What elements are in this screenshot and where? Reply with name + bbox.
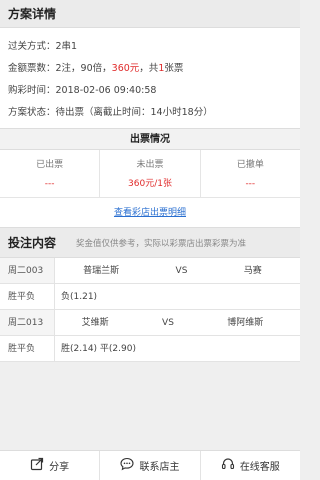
pass-type-label: 过关方式： [8,41,56,52]
stat-cancelled-label: 已撤单 [236,160,264,170]
plan-title: 方案详情 [0,0,300,28]
bet-row: 胜平负 胜(2.14) 平(2.90) [0,336,300,362]
chat-icon [120,457,139,474]
amount-mid: ，共 [139,63,159,74]
view-ticket-details-link[interactable]: 查看彩店出票明细 [0,198,300,228]
bets-title: 投注内容 [8,236,57,250]
stat-cancelled: 已撤单 --- [201,150,300,197]
ticket-title: 出票情况 [0,128,300,150]
stat-cancelled-value: --- [245,179,256,189]
status-value: 待出票（离截止时间：14小时18分） [55,107,213,118]
headset-icon [221,457,240,474]
purchase-time-row: 购彩时间：2018-02-06 09:40:58 [8,80,292,102]
vs-label: VS [162,318,174,328]
stat-issued: 已出票 --- [0,150,101,197]
bets-section: 投注内容 奖金值仅供参考，实际以彩票店出票彩票为准 周二003 普瑞兰斯 VS … [0,228,300,362]
ticket-section: 出票情况 已出票 --- 未出票 360元/1张 已撤单 --- 查看彩店出票明… [0,128,300,228]
bets-header: 投注内容 奖金值仅供参考，实际以彩票店出票彩票为准 [0,228,300,258]
amount-label: 金额票数： [8,63,56,74]
purchase-time-value: 2018-02-06 09:40:58 [55,85,157,96]
bottom-bar: 分享 联系店主 在线客服 [0,450,300,480]
amount-row: 金额票数：2注，90倍，360元，共1张票 [8,58,292,80]
match-row: 周二013 艾维斯 VS 博阿维斯 [0,310,300,336]
home-team: 普瑞兰斯 [83,266,120,276]
amount-total: 360元 [111,63,140,74]
bet-type: 胜平负 [0,284,55,309]
bet-row: 胜平负 负(1.21) [0,284,300,310]
online-service-button[interactable]: 在线客服 [201,451,300,480]
stat-pending-label: 未出票 [136,160,164,170]
bets-note: 奖金值仅供参考，实际以彩票店出票彩票为准 [76,238,247,249]
share-button[interactable]: 分享 [0,451,101,480]
contact-owner-label: 联系店主 [139,462,180,473]
share-label: 分享 [49,462,70,473]
home-team: 艾维斯 [81,318,109,328]
status-label: 方案状态： [8,107,56,118]
bets-table: 周二003 普瑞兰斯 VS 马赛 胜平负 负(1.21) 周二013 艾维斯 V… [0,258,300,362]
stat-pending: 未出票 360元/1张 [100,150,201,197]
stat-issued-value: --- [44,179,55,189]
purchase-time-label: 购彩时间： [8,85,56,96]
amount-prefix: 2注，90倍， [55,63,112,74]
status-row: 方案状态：待出票（离截止时间：14小时18分） [8,102,292,124]
stat-pending-value: 360元/1张 [128,179,172,189]
online-service-label: 在线客服 [239,462,280,473]
pass-type-value: 2串1 [55,41,78,52]
match-id: 周二003 [0,258,55,283]
ticket-stats: 已出票 --- 未出票 360元/1张 已撤单 --- [0,150,300,198]
match-row: 周二003 普瑞兰斯 VS 马赛 [0,258,300,284]
away-team: 马赛 [243,266,262,276]
match-teams: 艾维斯 VS 博阿维斯 [55,310,300,335]
amount-suffix: 张票 [164,63,184,74]
plan-info: 过关方式：2串1 金额票数：2注，90倍，360元，共1张票 购彩时间：2018… [0,28,300,128]
stat-issued-label: 已出票 [36,160,64,170]
bet-options: 负(1.21) [61,292,98,302]
bet-options: 胜(2.14) 平(2.90) [61,344,136,354]
vs-label: VS [175,266,188,276]
match-teams: 普瑞兰斯 VS 马赛 [55,258,300,283]
bet-type: 胜平负 [0,336,55,361]
contact-owner-button[interactable]: 联系店主 [100,451,201,480]
share-icon [30,457,49,474]
plan-section: 方案详情 过关方式：2串1 金额票数：2注，90倍，360元，共1张票 购彩时间… [0,0,300,128]
away-team: 博阿维斯 [227,318,264,328]
match-id: 周二013 [0,310,55,335]
pass-type-row: 过关方式：2串1 [8,36,292,58]
